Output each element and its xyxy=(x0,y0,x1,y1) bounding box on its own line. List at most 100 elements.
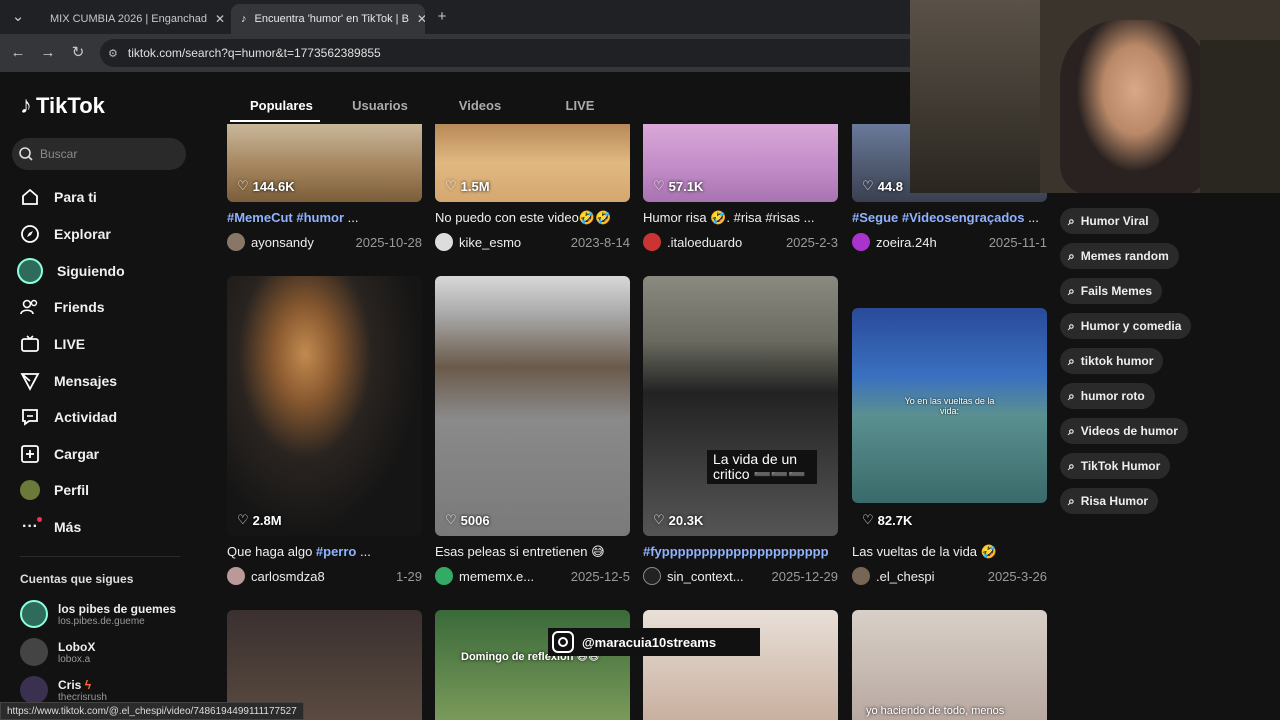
video-title[interactable]: #MemeCut #humor ... xyxy=(227,210,427,225)
suggestion-chip[interactable]: ⌕ Humor Viral xyxy=(1060,208,1159,234)
close-tab-icon[interactable]: ✕ xyxy=(215,12,225,26)
suggestion-chip[interactable]: ⌕ tiktok humor xyxy=(1060,348,1164,374)
tab-title: MIX CUMBIA 2026 | Enganchad xyxy=(50,13,207,25)
video-title[interactable]: Humor risa 🤣. #risa #risas ... xyxy=(643,210,843,226)
nav-label: LIVE xyxy=(54,336,86,352)
tiktok-logo[interactable]: ♪ TikTok xyxy=(20,92,105,120)
video-author[interactable]: mememx.e... 2025-12-5 xyxy=(435,567,630,585)
following-account[interactable]: LoboX lobox.a xyxy=(20,634,95,670)
nav-perfil[interactable]: Perfil xyxy=(20,475,89,505)
avatar xyxy=(435,233,453,251)
send-icon xyxy=(20,371,40,391)
video-title[interactable]: Que haga algo #perro ... xyxy=(227,544,427,559)
suggestion-chip[interactable]: ⌕ TikTok Humor xyxy=(1060,453,1171,479)
video-author[interactable]: kike_esmo 2023-8-14 xyxy=(435,233,630,251)
video-author[interactable]: carlosmdza8 1-29 xyxy=(227,567,422,585)
video-title[interactable]: Las vueltas de la vida 🤣 xyxy=(852,544,1052,560)
video-title[interactable]: No puedo con este video🤣🤣 xyxy=(435,210,635,226)
browser-tab-youtube[interactable]: MIX CUMBIA 2026 | Enganchad ✕ xyxy=(32,4,227,34)
nav-actividad[interactable]: Actividad xyxy=(20,402,117,432)
following-account[interactable]: los pibes de guemes los.pibes.de.gueme xyxy=(20,596,176,632)
likes-text: 57.1K xyxy=(668,178,704,194)
avatar xyxy=(20,676,48,704)
video-author[interactable]: zoeira.24h 2025-11-1 xyxy=(852,233,1047,251)
new-tab-icon[interactable]: + xyxy=(432,7,452,27)
video-author[interactable]: sin_context... 2025-12-29 xyxy=(643,567,838,585)
video-thumbnail[interactable]: Domingo de reflexión 😅😅 xyxy=(435,610,630,720)
video-author[interactable]: ayonsandy 2025-10-28 xyxy=(227,233,422,251)
like-count: ♡ 144.6K xyxy=(237,178,295,194)
account-handle: thecrisrush xyxy=(58,691,107,703)
back-icon[interactable]: ← xyxy=(8,43,28,63)
chip-label: Videos de humor xyxy=(1080,424,1178,438)
search-icon: ⌕ xyxy=(1068,283,1075,298)
avatar xyxy=(852,567,870,585)
search-input[interactable]: Buscar xyxy=(12,138,186,170)
search-icon: ⌕ xyxy=(1068,353,1075,368)
browser-tab-tiktok[interactable]: ♪ Encuentra 'humor' en TikTok | B ✕ xyxy=(231,4,425,34)
reload-icon[interactable]: ↻ xyxy=(68,43,88,63)
logo-text: TikTok xyxy=(36,93,105,118)
search-icon: ⌕ xyxy=(1068,248,1075,263)
likes-text: 20.3K xyxy=(668,512,704,528)
video-title[interactable]: Esas peleas si entretienen 😅 xyxy=(435,544,635,560)
like-count: ♡ 44.8 xyxy=(862,178,903,194)
tab-populares[interactable]: Populares xyxy=(230,98,330,113)
video-title[interactable]: #Segue #Videosengraçados ... xyxy=(852,210,1052,225)
nav-mas[interactable]: ··· Más xyxy=(20,512,81,542)
tab-title: Encuentra 'humor' en TikTok | B xyxy=(254,13,409,25)
username: mememx.e... xyxy=(459,568,535,584)
nav-siguiendo[interactable]: Siguiendo xyxy=(17,256,125,286)
suggestion-chip[interactable]: ⌕ Fails Memes xyxy=(1060,278,1163,304)
suggestion-chip[interactable]: ⌕ Videos de humor xyxy=(1060,418,1188,444)
video-thumbnail[interactable]: yo haciendo de todo, menos xyxy=(852,610,1047,720)
active-tab-indicator xyxy=(230,120,320,122)
streamer-figure xyxy=(1060,20,1210,193)
more-icon: ··· xyxy=(20,517,42,537)
tab-live[interactable]: LIVE xyxy=(530,98,630,113)
tab-videos[interactable]: Videos xyxy=(430,98,530,113)
nav-label: Mensajes xyxy=(54,373,118,389)
like-count: ♡ 1.5M xyxy=(445,178,490,194)
nav-mensajes[interactable]: Mensajes xyxy=(20,366,117,396)
nav-explorar[interactable]: Explorar xyxy=(20,219,111,249)
chip-label: Risa Humor xyxy=(1080,494,1149,508)
heart-icon: ♡ xyxy=(653,512,665,527)
video-thumbnail[interactable] xyxy=(227,276,422,536)
video-thumbnail[interactable] xyxy=(643,276,838,536)
video-title[interactable]: #fyppppppppppppppppppppp xyxy=(643,544,843,559)
upload-icon xyxy=(20,444,40,464)
video-thumbnail[interactable] xyxy=(643,610,838,720)
suggestion-chip[interactable]: ⌕ humor roto xyxy=(1060,383,1155,409)
site-info-icon[interactable]: ⚙ xyxy=(108,47,118,60)
avatar xyxy=(227,567,245,585)
account-name: LoboX xyxy=(58,639,96,654)
video-author[interactable]: .el_chespi 2025-3-26 xyxy=(852,567,1047,585)
tab-list-chevron-icon[interactable]: ⌄ xyxy=(8,7,28,27)
video-author[interactable]: .italoeduardo 2025-2-3 xyxy=(643,233,838,251)
nav-para-ti[interactable]: Para ti xyxy=(20,182,97,212)
hashtag[interactable]: #perro xyxy=(316,544,356,559)
title-text: Que haga algo xyxy=(227,544,316,559)
nav-friends[interactable]: Friends xyxy=(20,292,105,322)
tab-usuarios[interactable]: Usuarios xyxy=(330,98,430,113)
likes-text: 2.8M xyxy=(252,512,282,528)
hashtag[interactable]: #fyppppppppppppppppppppp xyxy=(643,544,829,559)
close-tab-icon[interactable]: ✕ xyxy=(417,12,425,26)
forward-icon[interactable]: → xyxy=(38,43,58,63)
title-text: Esas peleas si entretienen 😅 xyxy=(435,544,605,559)
live-icon xyxy=(20,334,40,354)
suggestion-chip[interactable]: ⌕ Humor y comedia xyxy=(1060,313,1192,339)
video-thumbnail[interactable] xyxy=(435,276,630,536)
nav-cargar[interactable]: Cargar xyxy=(20,439,99,469)
search-icon: ⌕ xyxy=(1068,423,1075,438)
suggestion-chip[interactable]: ⌕ Risa Humor xyxy=(1060,488,1159,514)
username: ayonsandy xyxy=(251,234,314,250)
chip-label: Memes random xyxy=(1080,249,1169,263)
nav-live[interactable]: LIVE xyxy=(20,329,85,359)
suggestion-chip[interactable]: ⌕ Memes random xyxy=(1060,243,1179,269)
post-date: 2025-12-5 xyxy=(570,568,630,584)
account-handle: los.pibes.de.gueme xyxy=(58,615,145,627)
hashtag[interactable]: #MemeCut #humor xyxy=(227,210,344,225)
hashtag[interactable]: #Segue #Videosengraçados xyxy=(852,210,1024,225)
